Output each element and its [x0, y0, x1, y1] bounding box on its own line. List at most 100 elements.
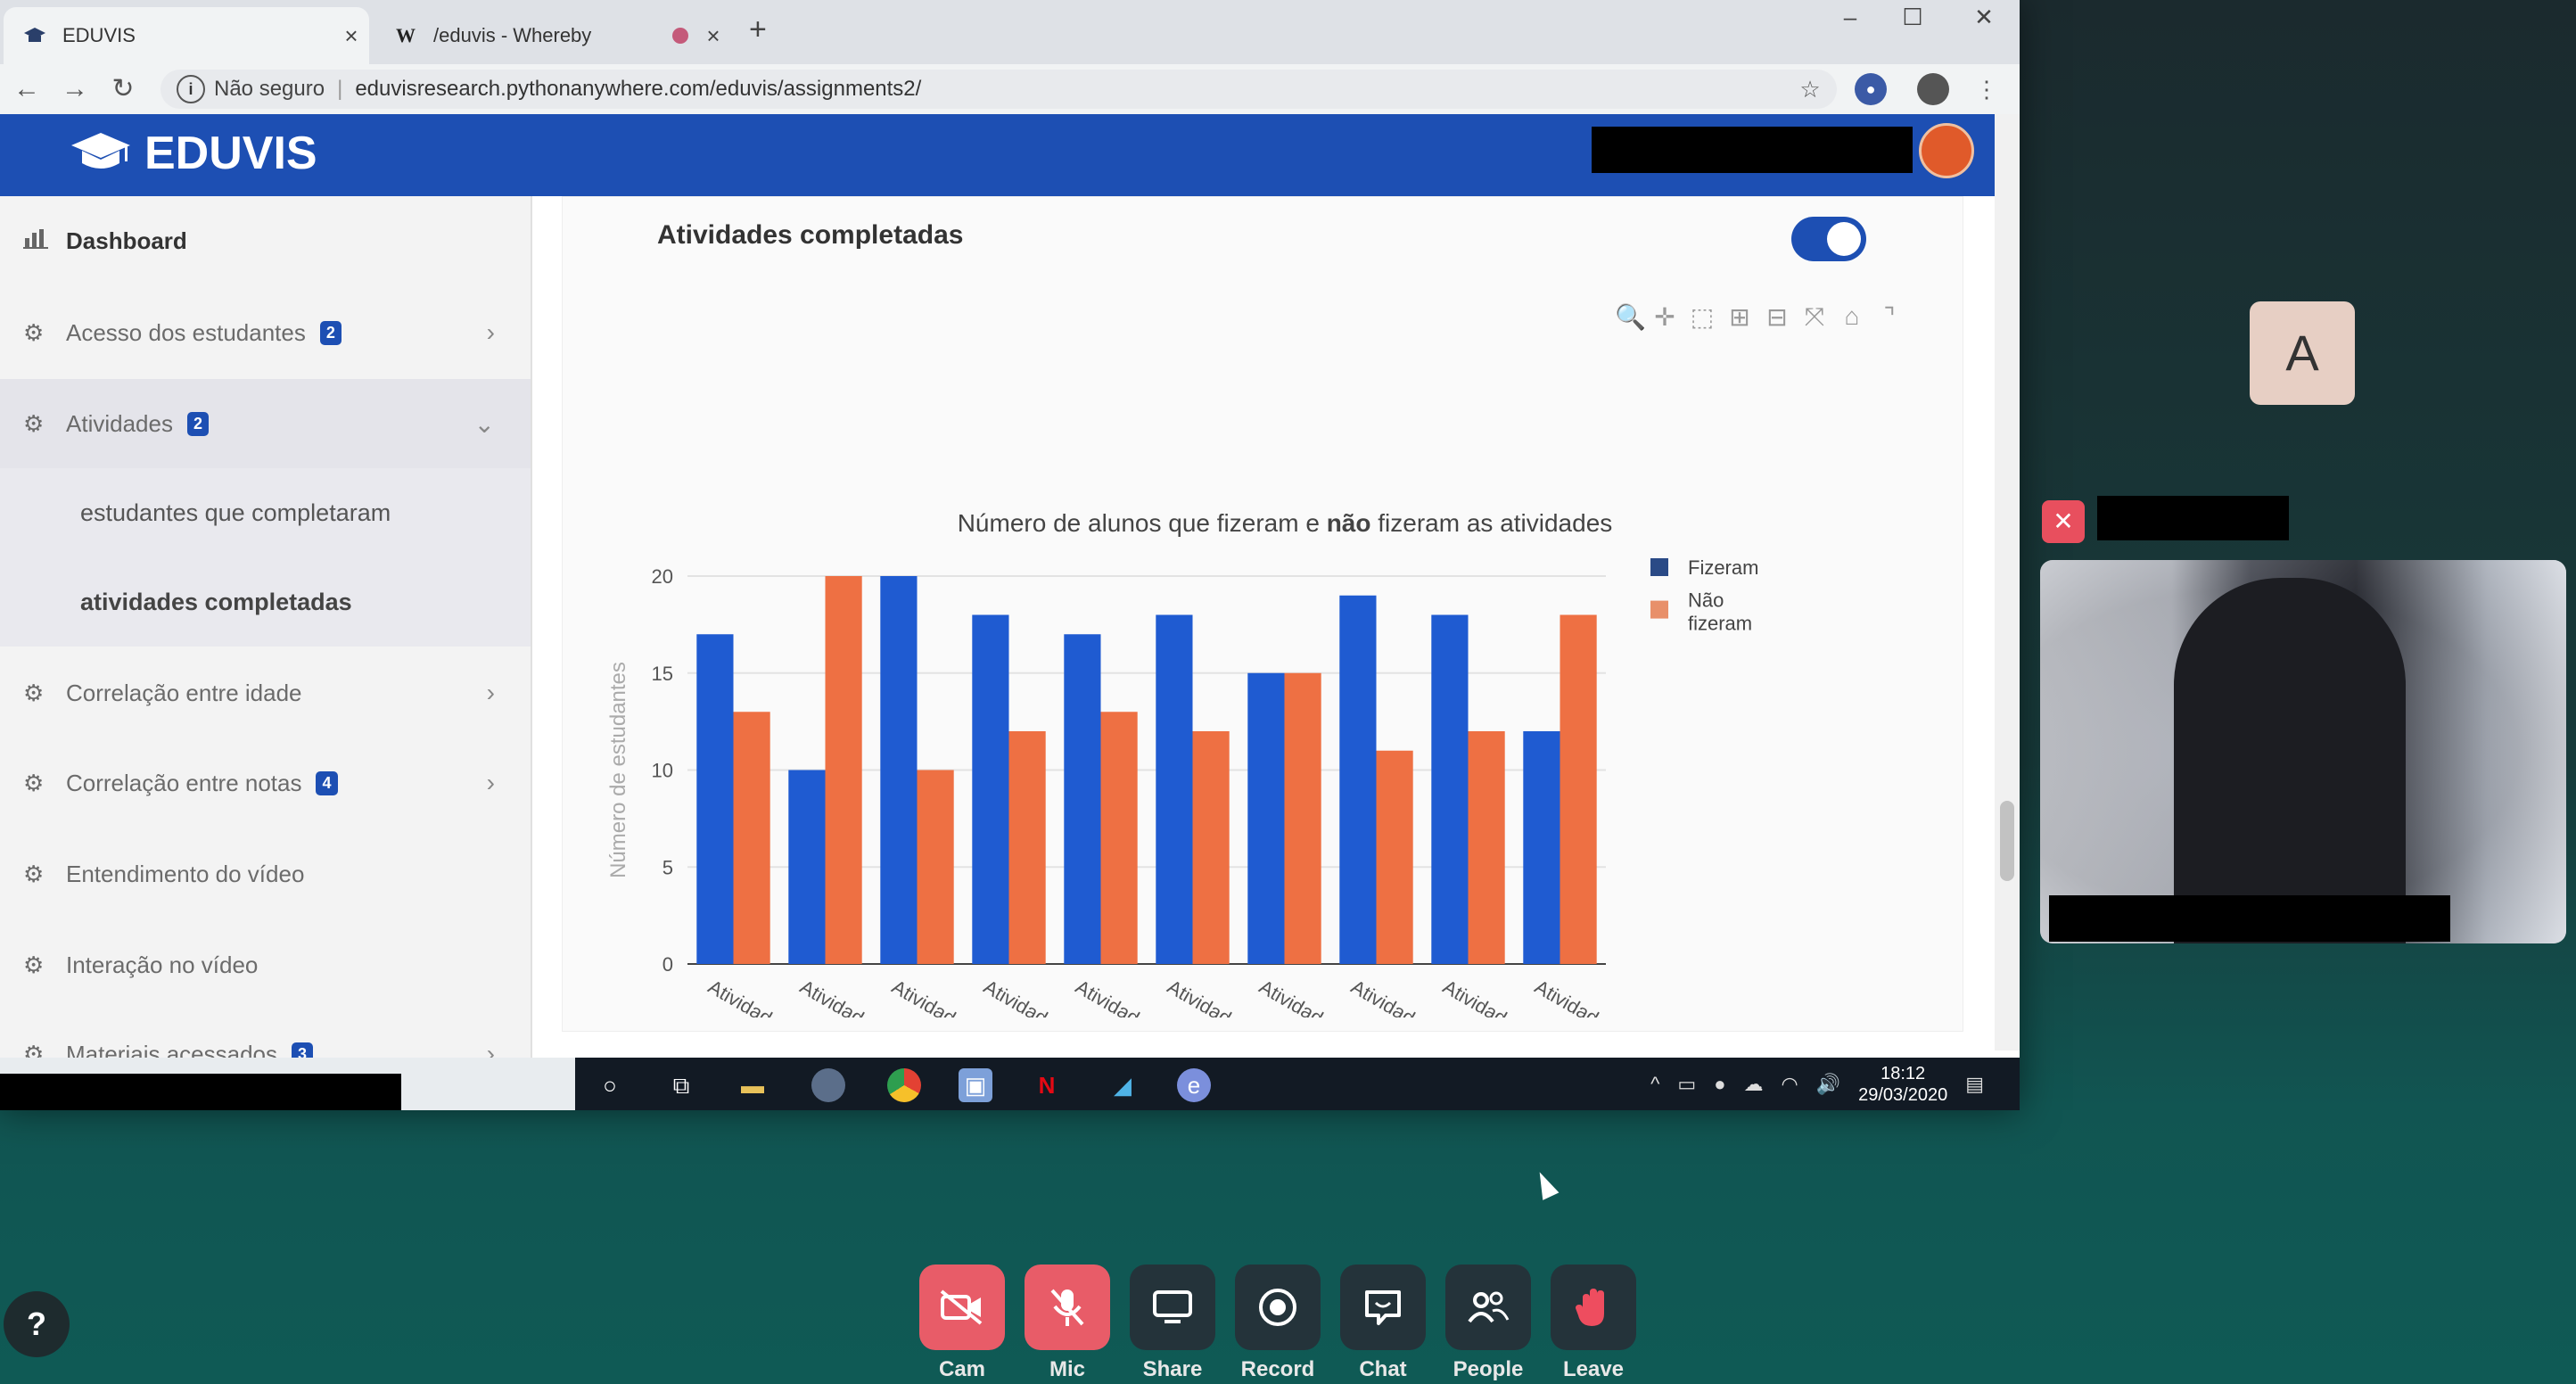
more-menu-icon[interactable]: ⋮ — [1971, 73, 2003, 105]
legend-label[interactable]: Não — [1688, 589, 1724, 611]
file-explorer-icon[interactable]: ▬ — [736, 1068, 770, 1102]
panel-title: Atividades completadas — [657, 220, 964, 250]
bar-nao-fizeram[interactable] — [1468, 731, 1505, 964]
sidebar-item-label: Entendimento do vídeo — [66, 860, 305, 887]
record-label: Record — [1240, 1357, 1315, 1381]
tab-whereby[interactable]: W /eduvis - Whereby × — [374, 7, 731, 64]
participant-video[interactable] — [2040, 560, 2566, 943]
close-tab-icon[interactable]: × — [695, 22, 731, 50]
bar-nao-fizeram[interactable] — [1284, 672, 1321, 964]
people-button[interactable] — [1445, 1265, 1531, 1350]
forward-icon[interactable]: → — [57, 71, 93, 107]
scrollbar-thumb[interactable] — [2000, 801, 2014, 881]
app-tray-icon[interactable]: ● — [1714, 1073, 1725, 1096]
sidebar-subitem-estudantes-completaram[interactable]: estudantes que completaram — [0, 468, 531, 557]
sidebar-item-acesso-estudantes[interactable]: ⚙ Acesso dos estudantes 2 › — [0, 288, 531, 377]
gears-icon: ⚙ — [23, 769, 45, 796]
x-tick-label: Atividade 7 — [1255, 976, 1351, 1017]
bar-fizeram[interactable] — [1523, 731, 1560, 964]
sidebar-item-interacao-video[interactable]: ⚙ Interação no vídeo — [0, 920, 531, 1009]
edge-icon[interactable]: e — [1177, 1068, 1211, 1102]
store-icon[interactable]: ▣ — [959, 1068, 992, 1102]
bar-fizeram[interactable] — [1064, 634, 1101, 964]
sidebar-item-correlacao-idade[interactable]: ⚙ Correlação entre idade › — [0, 648, 531, 737]
chrome-icon[interactable] — [887, 1068, 921, 1102]
bar-nao-fizeram[interactable] — [1008, 731, 1046, 964]
battery-icon[interactable]: ▭ — [1677, 1073, 1696, 1096]
bar-nao-fizeram[interactable] — [825, 576, 862, 964]
x-tick-label: Atividade 4 — [980, 976, 1075, 1017]
bar-nao-fizeram[interactable] — [1100, 712, 1138, 964]
bar-nao-fizeram[interactable] — [733, 712, 770, 964]
sidebar-item-dashboard[interactable]: Dashboard — [0, 196, 531, 285]
volume-icon[interactable]: 🔊 — [1816, 1073, 1840, 1096]
task-view-icon[interactable]: ⧉ — [664, 1068, 698, 1102]
reload-icon[interactable]: ↻ — [105, 71, 141, 107]
share-button[interactable] — [1130, 1265, 1215, 1350]
notifications-icon[interactable]: ▤ — [1965, 1073, 1984, 1096]
leave-button[interactable] — [1551, 1265, 1636, 1350]
url-input[interactable]: i Não seguro | eduvisresearch.pythonanyw… — [160, 70, 1837, 109]
y-axis-label: Número de estudantes — [606, 662, 630, 878]
sidebar-item-atividades[interactable]: ⚙ Atividades 2 ⌄ — [0, 379, 531, 468]
cortana-icon[interactable]: ○ — [593, 1068, 627, 1102]
scrollbar[interactable] — [1995, 114, 2020, 1050]
record-button[interactable] — [1235, 1265, 1321, 1350]
mic-button[interactable] — [1025, 1265, 1110, 1350]
app-logo[interactable]: EDUVIS — [70, 127, 317, 180]
wifi-icon[interactable]: ◠ — [1781, 1073, 1798, 1096]
bar-fizeram[interactable] — [1156, 614, 1193, 965]
main-content: Atividades completadas 🔍 ✛ ⬚ ⊞ ⊟ ⤧ ⌂ ⌝ N… — [562, 196, 1971, 1066]
tab-eduvis[interactable]: EDUVIS × — [4, 7, 369, 64]
back-icon[interactable]: ← — [9, 71, 45, 107]
sidebar: Dashboard ⚙ Acesso dos estudantes 2 › ⚙ … — [0, 196, 532, 1067]
chevron-right-icon: › — [486, 769, 495, 796]
netflix-icon[interactable]: N — [1030, 1068, 1064, 1102]
bar-nao-fizeram[interactable] — [917, 770, 954, 965]
chart-toggle[interactable] — [1791, 217, 1866, 261]
maximize-icon[interactable]: ☐ — [1881, 4, 1944, 36]
app-icon[interactable]: ◢ — [1106, 1068, 1140, 1102]
profile-avatar[interactable] — [1917, 73, 1949, 105]
recording-dot-icon — [672, 28, 688, 44]
bar-fizeram[interactable] — [1339, 595, 1377, 964]
legend-label[interactable]: fizeram — [1688, 612, 1752, 634]
close-window-icon[interactable]: ✕ — [1953, 4, 2015, 36]
bar-fizeram[interactable] — [880, 576, 918, 964]
info-icon[interactable]: i — [177, 75, 205, 103]
y-tick-label: 0 — [663, 953, 673, 976]
minimize-icon[interactable]: – — [1819, 4, 1881, 36]
y-tick-label: 5 — [663, 856, 673, 878]
bar-fizeram[interactable] — [696, 634, 734, 964]
count-badge: 2 — [186, 411, 209, 436]
close-tab-icon[interactable]: × — [333, 22, 369, 50]
cam-button[interactable] — [919, 1265, 1005, 1350]
sidebar-item-correlacao-notas[interactable]: ⚙ Correlação entre notas 4 › — [0, 738, 531, 828]
mic-off-icon: ✕ — [2042, 500, 2085, 543]
legend-swatch[interactable] — [1650, 600, 1668, 619]
bar-fizeram[interactable] — [1247, 672, 1285, 964]
bar-fizeram[interactable] — [788, 770, 826, 965]
cloud-icon[interactable]: ☁ — [1743, 1073, 1763, 1096]
bar-fizeram[interactable] — [972, 614, 1009, 965]
app-icon[interactable] — [811, 1068, 845, 1102]
new-tab-button[interactable]: + — [749, 12, 767, 47]
chat-button[interactable] — [1340, 1265, 1426, 1350]
star-icon[interactable]: ☆ — [1794, 73, 1826, 105]
bar-nao-fizeram[interactable] — [1560, 614, 1597, 965]
sidebar-subitem-atividades-completadas[interactable]: atividades completadas — [0, 557, 531, 647]
bar-fizeram[interactable] — [1431, 614, 1469, 965]
bar-nao-fizeram[interactable] — [1376, 750, 1413, 964]
clock[interactable]: 18:12 29/03/2020 — [1858, 1063, 1947, 1106]
bar-nao-fizeram[interactable] — [1192, 731, 1230, 964]
sidebar-item-entendimento-video[interactable]: ⚙ Entendimento do vídeo — [0, 829, 531, 919]
user-avatar[interactable] — [1919, 123, 1974, 178]
legend-swatch[interactable] — [1650, 558, 1668, 576]
sidebar-item-label: Correlação entre notas — [66, 769, 302, 796]
help-button[interactable]: ? — [4, 1291, 70, 1357]
chevron-up-icon[interactable]: ^ — [1650, 1073, 1659, 1096]
extension-icon[interactable]: ● — [1855, 73, 1887, 105]
legend-label[interactable]: Fizeram — [1688, 556, 1758, 579]
y-tick-label: 15 — [652, 663, 673, 685]
participant-avatar[interactable]: A — [2250, 301, 2355, 405]
